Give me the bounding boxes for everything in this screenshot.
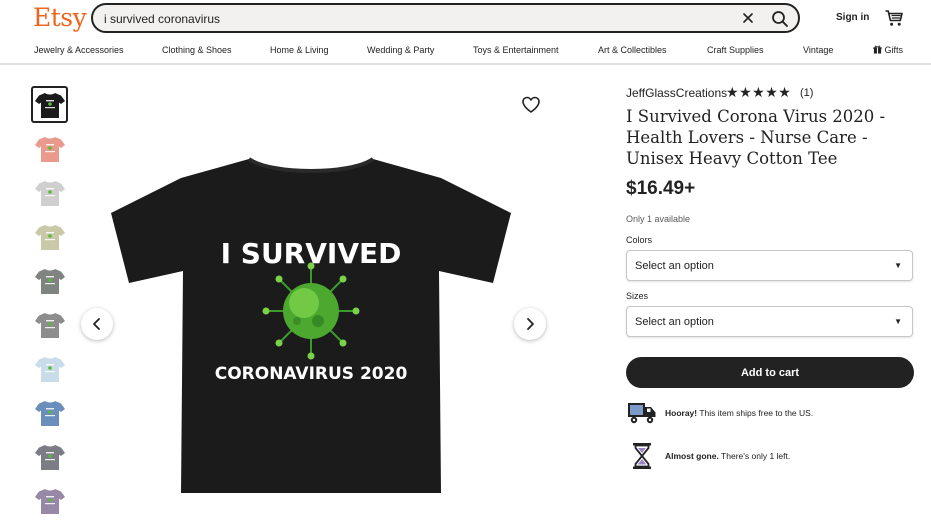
thumbnail-6[interactable] <box>31 306 68 343</box>
stock-status-text: Almost gone. There's only 1 left. <box>665 451 790 461</box>
thumbnail-3[interactable] <box>31 174 68 211</box>
tshirt-thumbnail-image <box>34 92 65 118</box>
product-price: $16.49+ <box>626 178 696 199</box>
main-product-image[interactable]: I SURVIVED CORONAVIRUS 2020 <box>81 85 553 505</box>
next-image-button[interactable] <box>514 308 546 340</box>
thumbnail-1[interactable] <box>31 86 68 123</box>
tshirt-thumbnail-image <box>34 488 65 514</box>
nav-item-jewelry[interactable]: Jewelry & Accessories <box>34 45 124 55</box>
thumbnail-4[interactable] <box>31 218 68 255</box>
free-shipping-bold: Hooray! <box>665 408 698 418</box>
tshirt-thumbnail-image <box>34 224 65 250</box>
search-input[interactable]: i survived coronavirus <box>104 12 220 26</box>
star-icon: ★ <box>739 84 752 100</box>
shirt-text-bottom: CORONAVIRUS 2020 <box>215 364 408 384</box>
category-nav: Jewelry & Accessories Clothing & Shoes H… <box>0 42 931 60</box>
free-shipping-detail: This item ships free to the US. <box>697 408 814 418</box>
search-bar[interactable]: i survived coronavirus <box>91 3 800 33</box>
shop-name-link[interactable]: JeffGlassCreations <box>626 86 727 100</box>
tshirt-thumbnail-image <box>34 180 65 206</box>
tshirt-thumbnail-image <box>34 136 65 162</box>
thumbnail-7[interactable] <box>31 350 68 387</box>
nav-item-art[interactable]: Art & Collectibles <box>598 45 667 55</box>
stock-status-detail: There's only 1 left. <box>718 451 791 461</box>
favorite-heart-icon[interactable] <box>520 94 542 116</box>
product-title: I Survived Corona Virus 2020 - Health Lo… <box>626 107 886 168</box>
nav-item-toys[interactable]: Toys & Entertainment <box>473 45 559 55</box>
availability-text: Only 1 available <box>626 214 691 224</box>
stock-status-bold: Almost gone. <box>665 451 719 461</box>
tshirt-thumbnail-image <box>34 444 65 470</box>
caret-down-icon: ▼ <box>894 317 902 326</box>
sizes-label: Sizes <box>626 291 649 301</box>
chevron-left-icon <box>93 318 100 330</box>
chevron-right-icon <box>527 318 534 330</box>
header-divider <box>0 63 931 65</box>
sizes-select-value: Select an option <box>635 316 714 328</box>
tshirt-thumbnail-image <box>34 312 65 338</box>
tshirt-thumbnail-image <box>34 356 65 382</box>
nav-item-vintage[interactable]: Vintage <box>803 45 833 55</box>
tshirt-thumbnail-image <box>34 268 65 294</box>
nav-item-gifts-label: Gifts <box>884 45 904 55</box>
sign-in-link[interactable]: Sign in <box>836 12 869 23</box>
nav-item-craft[interactable]: Craft Supplies <box>707 45 764 55</box>
nav-item-wedding[interactable]: Wedding & Party <box>367 45 434 55</box>
nav-item-clothing[interactable]: Clothing & Shoes <box>162 45 232 55</box>
close-icon[interactable] <box>740 10 756 26</box>
delivery-truck-icon <box>628 403 656 424</box>
thumbnail-2[interactable] <box>31 130 68 167</box>
rating-stars[interactable]: ★ ★ ★ ★ ★ <box>726 85 791 99</box>
thumbnail-10[interactable] <box>31 482 68 519</box>
sizes-select[interactable]: Select an option ▼ <box>626 306 913 337</box>
star-icon: ★ <box>752 84 765 100</box>
colors-label: Colors <box>626 235 653 245</box>
caret-down-icon: ▼ <box>894 261 902 270</box>
etsy-logo[interactable]: Etsy <box>33 3 87 32</box>
free-shipping-text: Hooray! This item ships free to the US. <box>665 408 813 418</box>
add-to-cart-button[interactable]: Add to cart <box>626 357 914 388</box>
star-icon: ★ <box>778 84 791 100</box>
colors-select[interactable]: Select an option ▼ <box>626 250 913 281</box>
tshirt-image: I SURVIVED CORONAVIRUS 2020 <box>111 157 511 493</box>
thumbnail-8[interactable] <box>31 394 68 431</box>
gift-icon <box>873 45 882 54</box>
thumbnail-5[interactable] <box>31 262 68 299</box>
tshirt-thumbnail-image <box>34 400 65 426</box>
thumbnail-9[interactable] <box>31 438 68 475</box>
previous-image-button[interactable] <box>81 308 113 340</box>
star-icon: ★ <box>726 84 739 100</box>
search-icon[interactable] <box>770 9 790 29</box>
review-count[interactable]: (1) <box>800 87 813 99</box>
colors-select-value: Select an option <box>635 260 714 272</box>
header: Etsy i survived coronavirus Sign in <box>0 0 931 36</box>
nav-item-gifts[interactable]: Gifts <box>873 45 903 55</box>
virus-graphic <box>262 262 360 360</box>
cart-icon[interactable] <box>884 8 904 28</box>
star-icon: ★ <box>765 84 778 100</box>
hourglass-icon <box>633 443 651 469</box>
nav-item-home[interactable]: Home & Living <box>270 45 329 55</box>
